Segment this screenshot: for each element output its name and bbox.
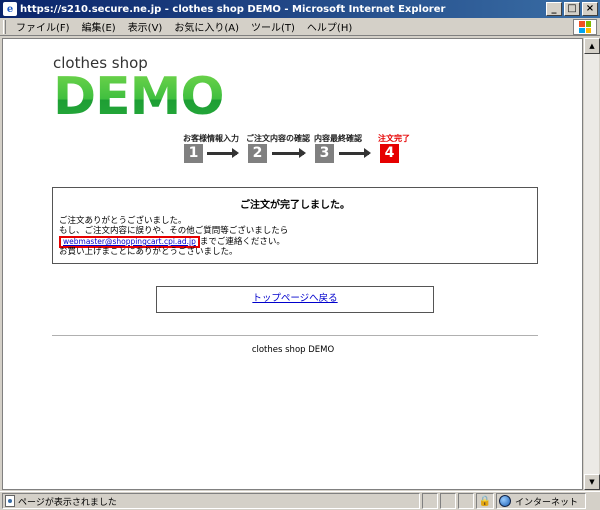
footer-divider bbox=[52, 335, 538, 336]
step-label-1: お客様情報入力 bbox=[183, 134, 239, 143]
logo-title: DEMO bbox=[53, 67, 225, 127]
back-to-top-box: トップページへ戻る bbox=[156, 286, 434, 313]
maximize-button[interactable]: □ bbox=[564, 2, 580, 16]
menu-view[interactable]: 表示(V) bbox=[122, 19, 169, 34]
checkout-steps: お客様情報入力 ご注文内容の確認 内容最終確認 注文完了 1 2 3 4 bbox=[178, 133, 418, 173]
shop-logo[interactable]: clothes shop DEMO bbox=[53, 54, 225, 127]
status-main: ページが表示されました bbox=[2, 493, 420, 509]
step-label-4: 注文完了 bbox=[378, 134, 410, 143]
windows-logo-icon bbox=[573, 19, 597, 35]
step-number-2: 2 bbox=[248, 144, 267, 163]
scroll-up-button[interactable]: ▲ bbox=[584, 38, 600, 54]
ie-icon: e bbox=[3, 2, 17, 16]
status-cell bbox=[440, 493, 456, 509]
step-number-1: 1 bbox=[184, 144, 203, 163]
globe-icon bbox=[499, 495, 511, 507]
menu-bar: ファイル(F) 編集(E) 表示(V) お気に入り(A) ツール(T) ヘルプ(… bbox=[0, 18, 600, 36]
webmaster-email-link[interactable]: webmaster@shoppingcart.cpi.ad.jp bbox=[63, 237, 196, 246]
step-arrow-icon bbox=[339, 148, 371, 158]
lock-icon[interactable]: 🔒 bbox=[476, 493, 494, 509]
menu-edit[interactable]: 編集(E) bbox=[76, 19, 122, 34]
close-button[interactable]: × bbox=[582, 2, 598, 16]
step-label-2: ご注文内容の確認 bbox=[246, 134, 310, 143]
page-viewport: clothes shop DEMO お客様情報入力 ご注文内容の確認 内容最終確… bbox=[2, 38, 583, 490]
zone-label: インターネット bbox=[515, 497, 579, 508]
toolbar-grip[interactable] bbox=[3, 19, 6, 34]
closing-line: お買い上げまことにありがとうございました。 bbox=[59, 247, 238, 257]
status-cell bbox=[422, 493, 438, 509]
order-complete-box: ご注文が完了しました。 ご注文ありがとうございました。 もし、ご注文内容に誤りや… bbox=[52, 187, 538, 264]
order-complete-title: ご注文が完了しました。 bbox=[240, 200, 350, 211]
back-to-top-link[interactable]: トップページへ戻る bbox=[252, 293, 337, 304]
step-arrow-icon bbox=[272, 148, 306, 158]
menu-tools[interactable]: ツール(T) bbox=[245, 19, 301, 34]
status-cell bbox=[458, 493, 474, 509]
inquiry-line: もし、ご注文内容に誤りや、その他ご質問等ございましたら bbox=[59, 225, 289, 236]
menu-help[interactable]: ヘルプ(H) bbox=[301, 19, 358, 34]
step-number-4: 4 bbox=[380, 144, 399, 163]
security-zone[interactable]: インターネット bbox=[496, 493, 586, 509]
status-text: ページが表示されました bbox=[18, 497, 117, 508]
vertical-scrollbar[interactable]: ▲ ▼ bbox=[583, 38, 600, 490]
window-title-bar[interactable]: e https://s210.secure.ne.jp - clothes sh… bbox=[0, 0, 600, 18]
contact-suffix: までご連絡ください。 bbox=[199, 237, 285, 247]
page-done-icon bbox=[5, 495, 15, 507]
order-complete-message: ご注文ありがとうございました。 もし、ご注文内容に誤りや、その他ご質問等ございま… bbox=[59, 216, 289, 258]
menu-favorites[interactable]: お気に入り(A) bbox=[168, 19, 245, 34]
footer-text: clothes shop DEMO bbox=[251, 345, 335, 355]
scroll-down-button[interactable]: ▼ bbox=[584, 474, 600, 490]
step-label-3: 内容最終確認 bbox=[314, 134, 362, 143]
step-number-3: 3 bbox=[315, 144, 334, 163]
status-bar: ページが表示されました 🔒 インターネット bbox=[0, 491, 600, 510]
minimize-button[interactable]: _ bbox=[546, 2, 562, 16]
step-arrow-icon bbox=[207, 148, 239, 158]
window-title: https://s210.secure.ne.jp - clothes shop… bbox=[20, 3, 446, 15]
menu-file[interactable]: ファイル(F) bbox=[10, 19, 76, 34]
